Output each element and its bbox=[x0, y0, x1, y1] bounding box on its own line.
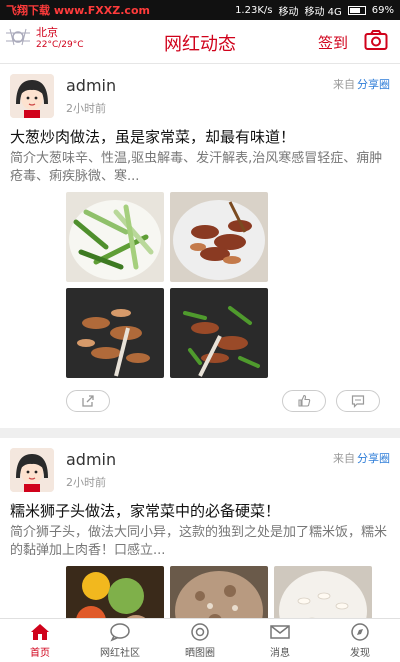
like-button[interactable] bbox=[282, 390, 326, 412]
camera-icon[interactable] bbox=[364, 29, 388, 51]
discover-icon bbox=[351, 623, 369, 641]
post-photo[interactable] bbox=[170, 192, 268, 282]
post-description[interactable]: 简介大葱味辛、性温,驱虫解毒、发汗解表,治风寒感冒轻症、痈肿疮毒、痢疾脉微、寒.… bbox=[10, 150, 390, 186]
post-time: 2小时前 bbox=[66, 476, 106, 489]
network-speed: 1.23K/s bbox=[235, 4, 273, 16]
post-time: 2小时前 bbox=[66, 102, 106, 115]
carrier-2: 移动 4G bbox=[304, 6, 342, 18]
feed[interactable]: admin 2小时前 来自 分享圈 大葱炒肉做法，虽是家常菜，却最有味道！ 简介大… bbox=[0, 64, 400, 618]
post-photo[interactable] bbox=[66, 192, 164, 282]
app-bar: 北京 22°C/29°C 网红动态 签到 bbox=[0, 20, 400, 64]
source-link[interactable]: 分享圈 bbox=[357, 78, 390, 91]
message-icon bbox=[270, 625, 290, 639]
battery-level: 69% bbox=[371, 4, 394, 16]
avatar-girl-icon bbox=[10, 74, 54, 118]
tab-label: 网红社区 bbox=[100, 648, 140, 659]
post-photo[interactable] bbox=[66, 288, 164, 378]
watermark-text: 飞翔下载 www.FXXZ.com bbox=[6, 4, 150, 17]
post-username[interactable]: admin bbox=[66, 76, 116, 95]
post-card[interactable]: admin 2小时前 来自 分享圈 大葱炒肉做法，虽是家常菜，却最有味道！ 简介大… bbox=[0, 64, 400, 438]
source-prefix: 来自 bbox=[333, 78, 355, 91]
tab-label: 晒图圈 bbox=[185, 648, 215, 659]
tab-label: 发现 bbox=[350, 648, 370, 659]
tab-messages[interactable]: 消息 bbox=[240, 619, 320, 662]
post-photo[interactable] bbox=[66, 566, 164, 618]
post-username[interactable]: admin bbox=[66, 450, 116, 469]
tab-label: 首页 bbox=[30, 648, 50, 659]
post-header: admin 2小时前 来自 分享圈 bbox=[10, 74, 390, 124]
share-button[interactable] bbox=[66, 390, 110, 412]
camera-lens-icon bbox=[191, 623, 209, 641]
tab-home[interactable]: 首页 bbox=[0, 619, 80, 662]
signin-button[interactable]: 签到 bbox=[318, 32, 348, 53]
carrier-1: 移动 bbox=[278, 6, 299, 18]
post-source: 来自 分享圈 bbox=[333, 76, 390, 92]
post-description[interactable]: 简介狮子头，做法大同小异，这款的独到之处是加了糯米饭，糯米的黏弹加上肉香！口感立… bbox=[10, 524, 390, 560]
post-title[interactable]: 糯米狮子头做法，家常菜中的必备硬菜！ bbox=[10, 500, 390, 522]
home-icon bbox=[31, 624, 49, 640]
battery-icon bbox=[347, 5, 366, 15]
post-photo[interactable] bbox=[170, 288, 268, 378]
source-link[interactable]: 分享圈 bbox=[357, 452, 390, 465]
post-source: 来自 分享圈 bbox=[333, 450, 390, 466]
chat-icon bbox=[110, 623, 130, 642]
post-title[interactable]: 大葱炒肉做法，虽是家常菜，却最有味道！ bbox=[10, 126, 390, 148]
share-icon bbox=[82, 395, 94, 407]
post-photos bbox=[66, 192, 390, 378]
source-prefix: 来自 bbox=[333, 452, 355, 465]
tab-label: 消息 bbox=[270, 648, 290, 659]
comment-button[interactable] bbox=[336, 390, 380, 412]
avatar[interactable] bbox=[10, 74, 54, 118]
avatar-girl-icon bbox=[10, 448, 54, 492]
post-photo[interactable] bbox=[274, 566, 372, 618]
tab-community[interactable]: 网红社区 bbox=[80, 619, 160, 662]
post-card[interactable]: admin 2小时前 来自 分享圈 糯米狮子头做法，家常菜中的必备硬菜！ 简介狮子… bbox=[0, 438, 400, 618]
tab-photo-circle[interactable]: 晒图圈 bbox=[160, 619, 240, 662]
post-actions bbox=[10, 386, 390, 420]
status-bar: 飞翔下载 www.FXXZ.com 1.23K/s 移动 移动 4G 69% bbox=[0, 0, 400, 20]
thumbs-up-icon bbox=[298, 394, 311, 407]
post-photos bbox=[66, 566, 390, 618]
bottom-tab-bar: 首页 网红社区 晒图圈 消息 发现 bbox=[0, 618, 400, 662]
post-header: admin 2小时前 来自 分享圈 bbox=[10, 448, 390, 498]
avatar[interactable] bbox=[10, 448, 54, 492]
status-right: 1.23K/s 移动 移动 4G 69% bbox=[235, 3, 394, 18]
tab-discover[interactable]: 发现 bbox=[320, 619, 400, 662]
post-photo[interactable] bbox=[170, 566, 268, 618]
comment-icon bbox=[351, 395, 365, 408]
